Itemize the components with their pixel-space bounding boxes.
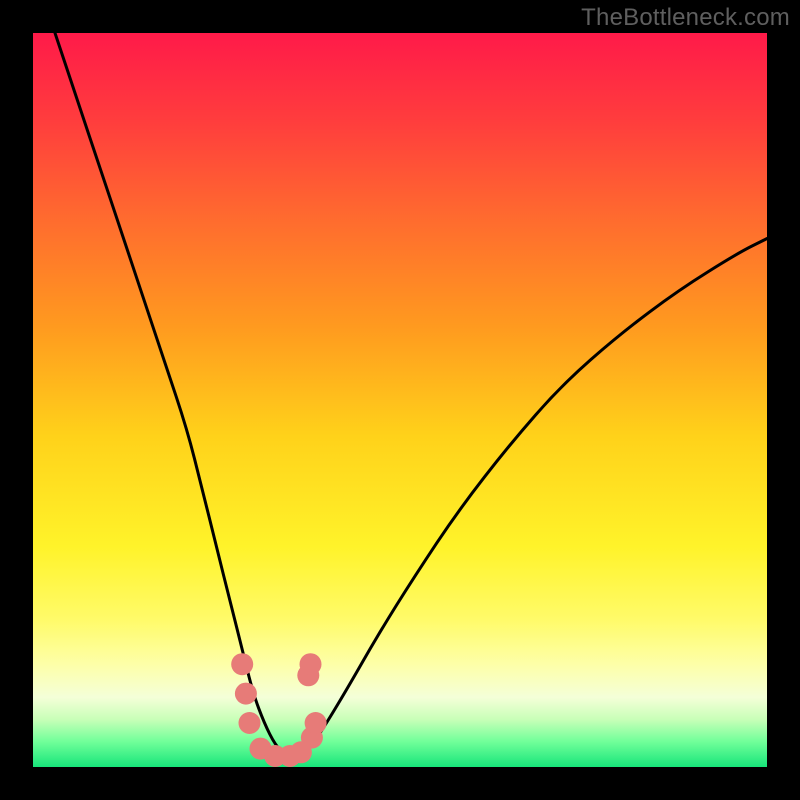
- watermark-text: TheBottleneck.com: [581, 4, 790, 32]
- marker-dot: [305, 712, 327, 734]
- marker-dot: [300, 653, 322, 675]
- outer-frame: TheBottleneck.com: [0, 0, 800, 800]
- plot-svg: [33, 33, 767, 767]
- gradient-background: [33, 33, 767, 767]
- marker-dot: [235, 683, 257, 705]
- plot-area: [33, 33, 767, 767]
- marker-dot: [239, 712, 261, 734]
- marker-dot: [231, 653, 253, 675]
